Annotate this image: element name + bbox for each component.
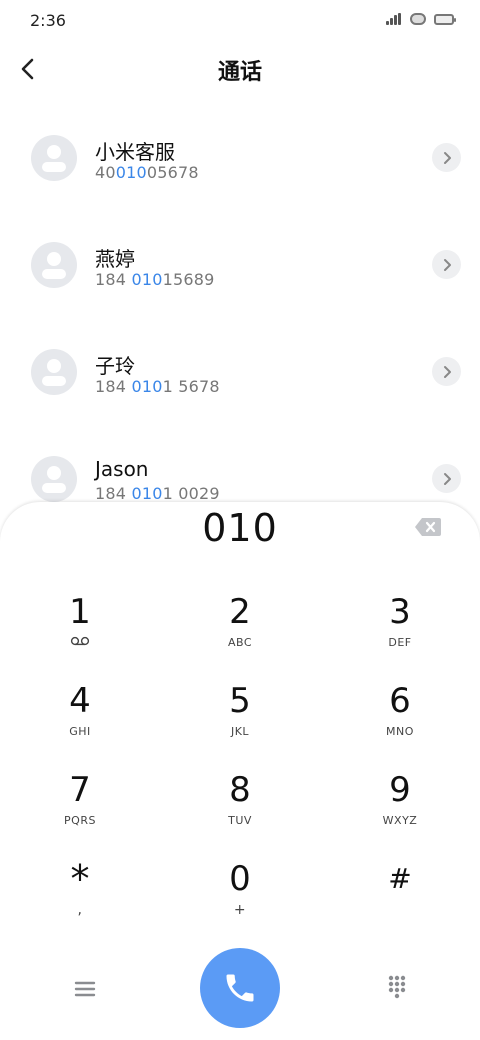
number-match: 010 <box>131 270 163 289</box>
contact-detail-button[interactable] <box>432 143 461 172</box>
battery-icon <box>434 13 456 25</box>
contact-number: 184 0101 0029 <box>95 484 220 503</box>
chevron-right-icon <box>443 151 451 164</box>
key-letters: + <box>233 902 247 918</box>
contact-name: 小米客服 <box>95 140 175 164</box>
number-match: 010 <box>131 377 163 396</box>
voicemail-icon <box>70 636 90 646</box>
status-time: 2:36 <box>30 11 66 30</box>
contact-list: 小米客服 4001005678 燕婷 184 01015689 子玲 184 0… <box>0 106 480 534</box>
wifi-icon <box>410 13 426 25</box>
dialpad-icon <box>388 975 406 999</box>
key-5[interactable]: 5 JKL <box>180 681 300 763</box>
key-digit: * <box>70 857 90 901</box>
contact-item[interactable]: 燕婷 184 01015689 <box>0 213 480 320</box>
key-hash[interactable]: # <box>340 859 460 941</box>
key-star[interactable]: * , <box>20 859 140 941</box>
key-letters: GHI <box>69 725 91 738</box>
key-digit: 3 <box>389 592 411 632</box>
number-prefix: 184 <box>95 484 132 503</box>
avatar <box>31 135 77 181</box>
contact-detail-button[interactable] <box>432 357 461 386</box>
key-letters: , <box>77 902 83 918</box>
number-suffix: 1 5678 <box>162 377 220 396</box>
backspace-icon <box>415 518 441 536</box>
contact-item[interactable]: 小米客服 4001005678 <box>0 106 480 213</box>
key-letters: MNO <box>386 725 414 738</box>
chevron-right-icon <box>443 472 451 485</box>
menu-icon <box>74 981 96 997</box>
key-letters: ABC <box>227 636 253 649</box>
key-4[interactable]: 4 GHI <box>20 681 140 763</box>
contact-item[interactable]: 子玲 184 0101 5678 <box>0 320 480 427</box>
key-1[interactable]: 1 <box>20 592 140 674</box>
key-digit: 9 <box>389 770 411 810</box>
avatar <box>31 349 77 395</box>
number-suffix: 05678 <box>146 163 199 182</box>
number-suffix: 1 0029 <box>162 484 220 503</box>
chevron-right-icon <box>443 258 451 271</box>
backspace-button[interactable] <box>414 516 442 538</box>
contact-detail-button[interactable] <box>432 250 461 279</box>
contact-name: Jason <box>95 457 149 481</box>
key-letters: DEF <box>388 636 412 649</box>
number-prefix: 184 <box>95 377 132 396</box>
status-bar: 2:36 <box>0 0 480 40</box>
dialpad-toggle-button[interactable] <box>382 972 412 1002</box>
header: 通话 <box>0 40 480 100</box>
key-letters: JKL <box>230 725 250 738</box>
page-title: 通话 <box>217 60 262 85</box>
dial-input[interactable]: 010 <box>0 506 480 550</box>
key-digit: 4 <box>69 681 91 721</box>
key-letters: TUV <box>228 814 252 827</box>
phone-icon <box>226 974 254 1002</box>
number-match: 010 <box>115 163 147 182</box>
contact-name: 子玲 <box>95 354 135 378</box>
key-8[interactable]: 8 TUV <box>180 770 300 852</box>
contact-name: 燕婷 <box>95 247 135 271</box>
key-digit: 8 <box>229 770 251 810</box>
key-7[interactable]: 7 PQRS <box>20 770 140 852</box>
dialpad-sheet: 010 1 2 ABC 3 DEF 4 GHI 5 JKL 6 MNO 7 PQ… <box>0 502 480 1040</box>
signal-icon <box>386 13 402 25</box>
key-2[interactable]: 2 ABC <box>180 592 300 674</box>
contact-number: 184 01015689 <box>95 270 214 289</box>
status-icons <box>386 13 456 25</box>
key-9[interactable]: 9 WXYZ <box>340 770 460 852</box>
number-prefix: 40 <box>95 163 116 182</box>
number-suffix: 15689 <box>162 270 215 289</box>
key-letters: PQRS <box>64 814 96 827</box>
key-3[interactable]: 3 DEF <box>340 592 460 674</box>
avatar <box>31 242 77 288</box>
key-digit: 1 <box>69 592 91 632</box>
number-prefix: 184 <box>95 270 132 289</box>
key-letters: WXYZ <box>382 814 418 827</box>
bottom-bar <box>0 948 480 1028</box>
key-letters <box>20 636 140 650</box>
key-digit: 5 <box>229 681 251 721</box>
number-match: 010 <box>131 484 163 503</box>
key-digit: # <box>388 862 412 895</box>
contact-detail-button[interactable] <box>432 464 461 493</box>
call-button[interactable] <box>200 948 280 1028</box>
key-6[interactable]: 6 MNO <box>340 681 460 763</box>
avatar <box>31 456 77 502</box>
contact-number: 184 0101 5678 <box>95 377 220 396</box>
key-digit: 6 <box>389 681 411 721</box>
key-0[interactable]: 0 + <box>180 859 300 941</box>
menu-button[interactable] <box>68 974 102 1004</box>
key-digit: 0 <box>229 859 251 899</box>
chevron-right-icon <box>443 365 451 378</box>
key-digit: 2 <box>229 592 251 632</box>
contact-number: 4001005678 <box>95 163 199 182</box>
key-digit: 7 <box>69 770 91 810</box>
